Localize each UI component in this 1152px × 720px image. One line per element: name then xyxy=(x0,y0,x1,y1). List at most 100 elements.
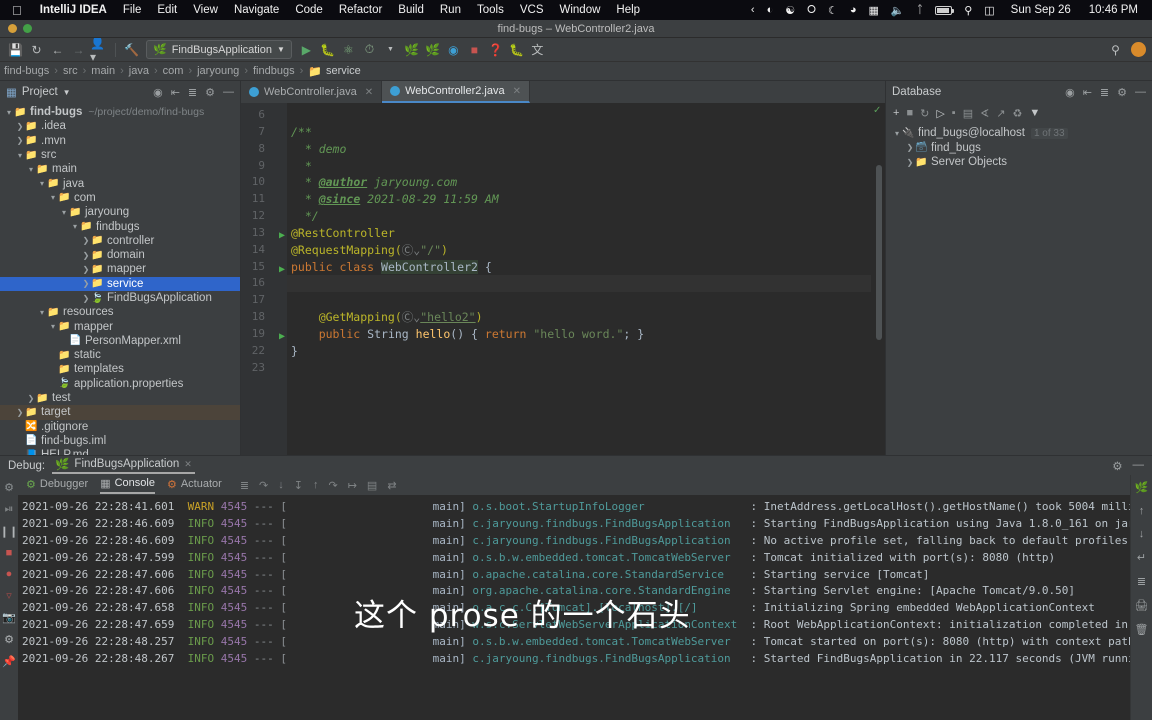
sync-icon[interactable]: ♻ xyxy=(1013,107,1023,120)
close-icon[interactable]: ✕ xyxy=(184,459,192,470)
menu-item-code[interactable]: Code xyxy=(287,0,331,20)
chevron-right-icon[interactable]: ❯ xyxy=(26,394,36,403)
expand-all-icon[interactable]: ⇤ xyxy=(171,86,180,99)
jump-icon[interactable]: ↗ xyxy=(996,107,1005,120)
mute-breakpoints-icon[interactable]: ▿ xyxy=(6,589,12,602)
chevron-down-icon[interactable]: ▾ xyxy=(15,151,25,160)
db-node-find-bugs[interactable]: ❯ 🗃 find_bugs xyxy=(886,141,1152,156)
menu-item-tools[interactable]: Tools xyxy=(469,0,512,20)
tree-node-application-properties[interactable]: 🍃 application.properties xyxy=(0,377,240,391)
tree-node-help-md[interactable]: 📘HELP.md xyxy=(0,448,240,455)
user-icon[interactable]: 👤▾ xyxy=(90,36,109,64)
chevron-down-icon[interactable]: ▾ xyxy=(892,129,902,138)
console-output[interactable]: 这个 prose 的一个石头 2021-09-26 22:28:41.601 W… xyxy=(18,495,1130,720)
gutter-line-23[interactable]: 23 xyxy=(241,360,287,377)
chevron-right-icon[interactable]: ❯ xyxy=(81,251,91,260)
refresh-icon[interactable]: ↻ xyxy=(27,40,46,59)
tree-node--mvn[interactable]: ❯ 📁 .mvn xyxy=(0,134,240,148)
gutter-line-22[interactable]: 22 xyxy=(241,343,287,360)
diagram-icon[interactable]: ∢ xyxy=(980,107,989,120)
code-line-22[interactable]: } xyxy=(287,343,871,360)
breadcrumb-item-src[interactable]: src xyxy=(63,65,78,77)
tree-node-templates[interactable]: 📁 templates xyxy=(0,362,240,376)
settings-icon[interactable]: ⚙ xyxy=(4,633,14,646)
scroll-to-end-icon[interactable]: ≣ xyxy=(1137,575,1146,588)
tab-actuator[interactable]: ⚙ Actuator xyxy=(167,478,222,493)
chevron-down-icon[interactable]: ▾ xyxy=(48,322,58,331)
gutter-line-12[interactable]: 12 xyxy=(241,208,287,225)
breadcrumb-item-find-bugs[interactable]: find-bugs xyxy=(4,65,49,77)
stop-icon[interactable]: ▪ xyxy=(952,107,956,119)
gutter-line-16[interactable]: 16 xyxy=(241,275,287,292)
close-icon[interactable]: ✕ xyxy=(513,86,521,97)
chevron-down-icon[interactable]: ▼ xyxy=(63,88,71,97)
tree-node-mapper[interactable]: ❯ 📁 mapper xyxy=(0,262,240,276)
dropbox-icon[interactable]: ◐ xyxy=(761,4,780,16)
wifi-icon[interactable]: ◕ xyxy=(844,4,863,16)
minimize-icon[interactable]: — xyxy=(223,86,234,99)
arrow-right-icon[interactable]: → xyxy=(69,40,88,59)
help-icon[interactable]: ❓ xyxy=(486,40,505,59)
tab-console[interactable]: ▦ Console xyxy=(100,477,155,494)
pin-icon[interactable]: 📌 xyxy=(2,655,16,668)
pause-icon[interactable]: ❙❙ xyxy=(0,525,18,538)
battery-icon[interactable] xyxy=(929,5,958,15)
bug-icon[interactable]: 🐛 xyxy=(507,40,526,59)
debug-session-tab[interactable]: 🌿 FindBugsApplication ✕ xyxy=(52,457,195,474)
gear-icon[interactable]: ⚙ xyxy=(1112,459,1122,473)
gutter-line-7[interactable]: 7 xyxy=(241,124,287,141)
code-line-13[interactable]: @RestController xyxy=(287,225,871,242)
menu-item-run[interactable]: Run xyxy=(432,0,469,20)
tree-node-resources[interactable]: ▾ 📁 resources xyxy=(0,305,240,319)
evaluate-icon[interactable]: ↦ xyxy=(348,479,357,492)
chevron-left-icon[interactable]: ‹ xyxy=(745,4,761,16)
gutter-line-17[interactable]: 17 xyxy=(241,292,287,309)
chevron-down-icon[interactable]: ▼ xyxy=(277,45,285,54)
gutter-line-11[interactable]: 11 xyxy=(241,191,287,208)
chevron-right-icon[interactable]: ❯ xyxy=(15,136,25,145)
breadcrumb-item-jaryoung[interactable]: jaryoung xyxy=(197,65,239,77)
tab-debugger[interactable]: ⚙ Debugger xyxy=(26,478,88,493)
step-over-icon[interactable]: ↷ xyxy=(259,479,268,492)
code-line-12[interactable]: */ xyxy=(287,208,871,225)
breadcrumb-item-main[interactable]: main xyxy=(91,65,115,77)
gutter-line-18[interactable]: 18 xyxy=(241,309,287,326)
minimize-icon[interactable]: — xyxy=(1133,459,1145,473)
gutter-line-15[interactable]: 15 ▶ xyxy=(241,259,287,276)
chevron-right-icon[interactable]: ❯ xyxy=(81,236,91,245)
tree-node-test[interactable]: ❯ 📁 test xyxy=(0,391,240,405)
close-icon[interactable]: ✕ xyxy=(365,87,373,98)
chevron-right-icon[interactable]: ❯ xyxy=(15,122,25,131)
run-to-cursor-icon[interactable]: ↷ xyxy=(328,479,337,492)
tree-node--gitignore[interactable]: 🔀 .gitignore xyxy=(0,420,240,434)
breadcrumb-item-java[interactable]: java xyxy=(129,65,149,77)
code-line-10[interactable]: * @author jaryoung.com xyxy=(287,174,871,191)
expand-all-icon[interactable]: ⇤ xyxy=(1083,86,1092,99)
code-line-15[interactable]: public class WebController2 { xyxy=(287,259,871,276)
error-stripe[interactable]: ✓ xyxy=(871,103,885,455)
remove-icon[interactable]: ■ xyxy=(906,107,913,119)
tree-node-findbugsapplication[interactable]: ❯ 🍃 FindBugsApplication xyxy=(0,291,240,305)
up-icon[interactable]: ↑ xyxy=(1139,505,1145,517)
tree-node-service[interactable]: ❯ 📁 service xyxy=(0,276,240,291)
chevron-down-icon[interactable]: ▾ xyxy=(37,308,47,317)
vpn-icon[interactable]: ⭘ xyxy=(801,4,822,17)
editor-tab-webcontroller2[interactable]: WebController2.java ✕ xyxy=(382,81,530,103)
code-line-6[interactable] xyxy=(287,107,871,124)
step-into-icon[interactable]: ↓ xyxy=(278,479,284,492)
apple-logo-icon[interactable]:  xyxy=(12,3,22,18)
editor-scrollbar[interactable] xyxy=(876,165,882,340)
run-coverage-icon[interactable]: ⚛ xyxy=(339,40,358,59)
chevron-down-icon[interactable]: ▾ xyxy=(4,108,14,117)
arrow-left-icon[interactable]: ← xyxy=(48,40,67,59)
dropdown-icon[interactable]: ▼ xyxy=(381,40,400,59)
save-icon[interactable]: 💾 xyxy=(6,40,25,59)
menu-item-window[interactable]: Window xyxy=(552,0,609,20)
collapse-target-icon[interactable]: ◉ xyxy=(1065,86,1075,99)
refresh-icon[interactable]: ↻ xyxy=(920,107,929,120)
db-node-find-bugs-localhost[interactable]: ▾ 🔌 find_bugs@localhost 1 of 33 xyxy=(886,126,1152,141)
hammer-icon[interactable]: 🔨 xyxy=(122,40,141,59)
breadcrumb-item-com[interactable]: com xyxy=(163,65,184,77)
filter-icon[interactable]: ▼ xyxy=(1029,107,1040,119)
rerun-icon[interactable]: ⚙ xyxy=(4,481,14,494)
